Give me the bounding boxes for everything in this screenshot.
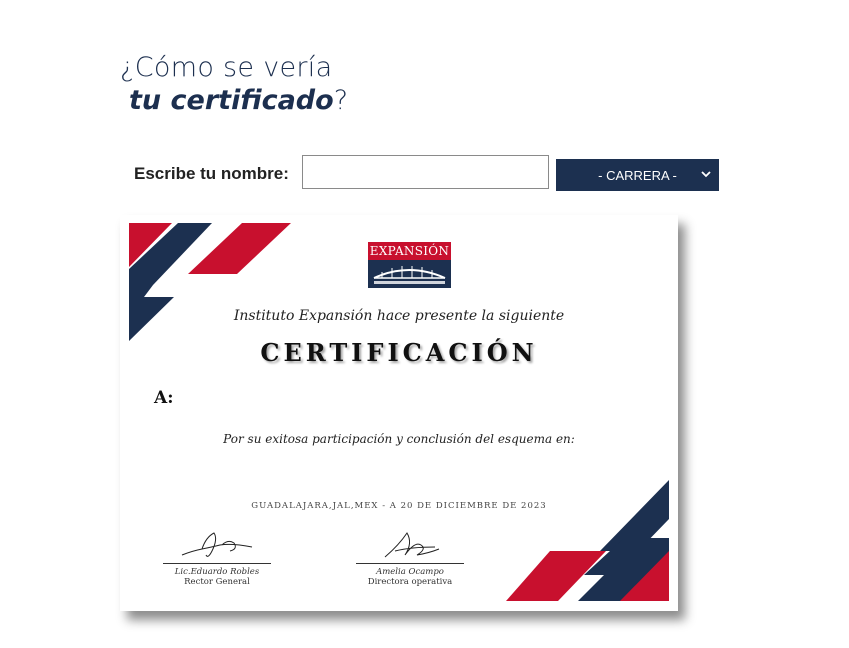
certificate-place-date: GUADALAJARA,JAL,MEX - A 20 DE DICIEMBRE … xyxy=(251,501,547,511)
heading-emphasis: tu certificado xyxy=(129,85,334,116)
signer-name: Amelia Ocampo xyxy=(376,567,444,577)
expansion-logo: EXPANSIÓN xyxy=(368,242,451,288)
heading-suffix: ? xyxy=(333,85,349,116)
signature-block-director: Amelia Ocampo Directora operativa xyxy=(350,525,470,587)
certificate-recipient-label: A: xyxy=(154,388,174,408)
signer-role: Directora operativa xyxy=(367,577,453,587)
signature-image xyxy=(384,532,440,558)
heading-line1: ¿Cómo se vería xyxy=(120,52,333,83)
heading-line2: tu certificado? xyxy=(120,85,348,116)
name-label: Escribe tu nombre: xyxy=(134,164,289,183)
career-select-value: - CARRERA - xyxy=(598,167,677,183)
signature-block-rector: Lic.Eduardo Robles Rector General xyxy=(157,525,277,587)
certificate-preview: EXPANSIÓN Instituto Expansión hace prese… xyxy=(120,215,678,611)
page-heading: ¿Cómo se vería tu certificado? xyxy=(120,52,348,116)
name-input[interactable] xyxy=(302,155,549,189)
career-select[interactable]: - CARRERA - xyxy=(556,159,719,191)
signer-name: Lic.Eduardo Robles xyxy=(174,567,260,577)
signature-line xyxy=(356,563,464,564)
signature-image xyxy=(181,532,253,557)
certificate-intro: Instituto Expansión hace presente la sig… xyxy=(233,308,565,324)
signature-line xyxy=(163,563,271,564)
logo-bridge xyxy=(368,260,451,288)
certificate-title: CERTIFICACIÓN xyxy=(260,338,538,367)
chevron-down-icon xyxy=(701,171,711,178)
certificate-reason: Por su exitosa participación y conclusió… xyxy=(223,432,575,446)
bridge-icon xyxy=(373,266,446,284)
signer-role: Rector General xyxy=(184,577,250,587)
logo-text: EXPANSIÓN xyxy=(368,242,451,260)
